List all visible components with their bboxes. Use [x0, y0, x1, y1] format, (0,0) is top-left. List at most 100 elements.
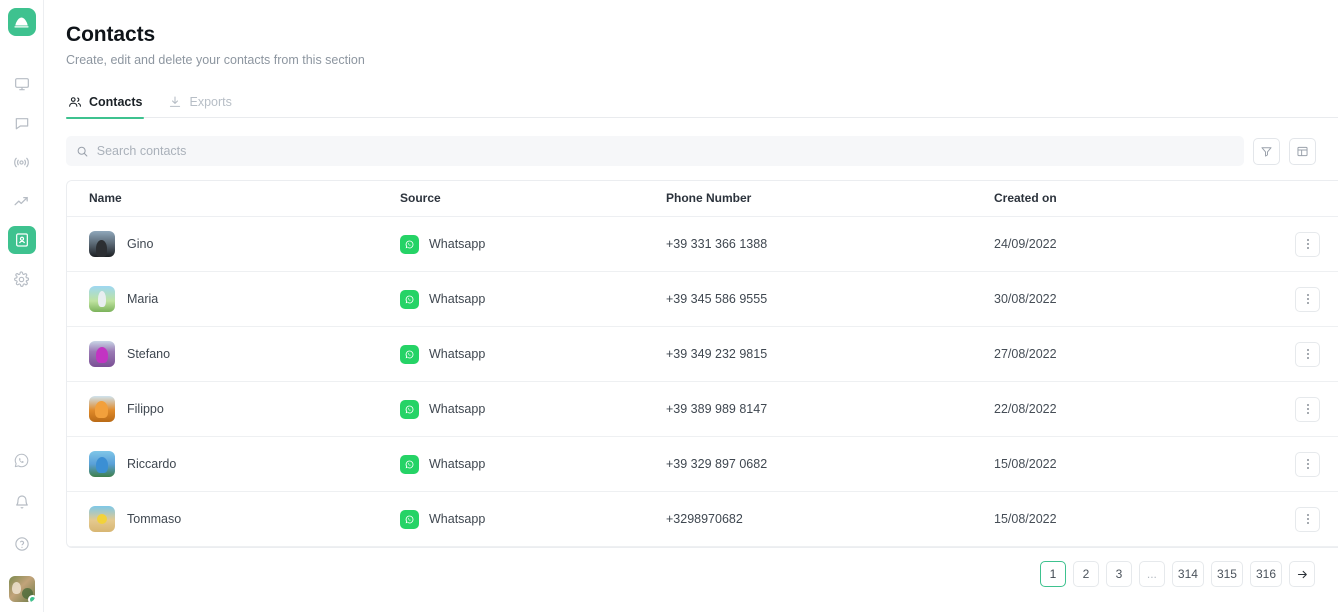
- search-box[interactable]: [66, 136, 1244, 166]
- filter-button[interactable]: [1253, 137, 1280, 165]
- cell-name: Maria: [67, 271, 400, 327]
- table-header-row: Name Source Phone Number Created on: [67, 181, 1338, 217]
- source-label: Whatsapp: [429, 512, 486, 526]
- app-logo[interactable]: [7, 8, 36, 36]
- source-label: Whatsapp: [429, 292, 486, 306]
- tab-exports[interactable]: Exports: [166, 95, 233, 118]
- search-input[interactable]: [96, 144, 1234, 158]
- contact-name: Tommaso: [127, 512, 182, 526]
- table-row[interactable]: Maria Whatsapp +39 345 586 9555 30/08/2022: [67, 271, 1338, 327]
- broadcast-icon: [14, 157, 29, 167]
- created-on: 27/08/2022: [994, 347, 1057, 361]
- column-header-created-on[interactable]: Created on: [994, 181, 1289, 217]
- table-row[interactable]: Riccardo Whatsapp +39 329 897 0682 15/08/20…: [67, 436, 1338, 492]
- pagination: 1 2 3... 314 315 316: [66, 548, 1338, 600]
- source-label: Whatsapp: [429, 402, 486, 416]
- pagination-page-1[interactable]: 1: [1039, 561, 1066, 587]
- table-body: Gino Whatsapp +39 331 366 1388 24/09/2022 Ma…: [67, 216, 1338, 547]
- cell-name: Gino: [67, 216, 400, 272]
- whatsapp-badge: [400, 509, 419, 529]
- whatsapp-icon: [405, 515, 414, 523]
- chat-bubble-icon: [15, 118, 28, 130]
- tab-contacts-label: Contacts: [89, 95, 143, 109]
- sidebar-item-chat[interactable]: [8, 109, 36, 137]
- bell-notification-icon: [15, 495, 28, 509]
- sidebar-item-notifications[interactable]: [8, 488, 36, 516]
- contact-avatar: [89, 341, 115, 367]
- row-menu-button[interactable]: [1295, 451, 1320, 477]
- source-label: Whatsapp: [429, 237, 486, 251]
- cell-source: Whatsapp: [400, 436, 666, 492]
- pagination-page-315[interactable]: 315: [1210, 561, 1243, 587]
- sidebar-item-dashboard[interactable]: [8, 70, 36, 98]
- pagination-ellipsis: ...: [1138, 561, 1165, 587]
- whatsapp-icon: [405, 405, 414, 413]
- contact-avatar: [89, 231, 115, 257]
- tab-bar: Contacts Exports: [66, 94, 1338, 119]
- cell-actions: [1289, 381, 1338, 437]
- pagination-next-button[interactable]: [1289, 561, 1315, 587]
- sidebar: [0, 0, 44, 612]
- monitor-dashboard-icon: [14, 78, 29, 91]
- row-menu-button[interactable]: [1295, 341, 1320, 367]
- whatsapp-badge: [400, 399, 419, 419]
- row-menu-button[interactable]: [1295, 396, 1320, 422]
- whatsapp-icon: [405, 350, 414, 358]
- column-header-actions: [1289, 181, 1338, 217]
- cell-created: 22/08/2022: [994, 381, 1289, 437]
- contact-name: Riccardo: [127, 457, 177, 471]
- cell-actions: [1289, 491, 1338, 547]
- sidebar-item-contacts[interactable]: [7, 226, 36, 254]
- contacts-table: Name Source Phone Number Created on Gino…: [67, 181, 1338, 547]
- tab-contacts[interactable]: Contacts: [66, 95, 145, 119]
- created-on: 30/08/2022: [994, 292, 1057, 306]
- row-menu-button[interactable]: [1295, 506, 1320, 532]
- search-icon: [77, 146, 88, 156]
- cell-actions: [1289, 271, 1338, 327]
- table-row[interactable]: Stefano Whatsapp +39 349 232 9815 27/08/202…: [67, 326, 1338, 382]
- cell-created: 30/08/2022: [994, 271, 1289, 327]
- phone-number: +39 331 366 1388: [666, 237, 768, 251]
- pagination-page-314[interactable]: 314: [1171, 561, 1204, 587]
- cell-actions: [1289, 436, 1338, 492]
- column-header-source[interactable]: Source: [400, 181, 666, 217]
- columns-button[interactable]: [1289, 137, 1316, 165]
- phone-number: +3298970682: [666, 512, 743, 526]
- cell-phone: +39 389 989 8147: [666, 381, 994, 437]
- row-menu-button[interactable]: [1295, 231, 1320, 257]
- whatsapp-icon: [14, 453, 29, 467]
- pagination-page-3[interactable]: 3: [1105, 561, 1132, 587]
- row-menu-button[interactable]: [1295, 286, 1320, 312]
- sidebar-item-settings[interactable]: [8, 265, 36, 293]
- main-inner: Contacts Create, edit and delete your co…: [44, 22, 1338, 600]
- sidebar-item-whatsapp[interactable]: [8, 446, 36, 474]
- help-circle-icon: [14, 537, 29, 551]
- table-row[interactable]: Gino Whatsapp +39 331 366 1388 24/09/2022: [67, 216, 1338, 272]
- sidebar-item-analytics[interactable]: [8, 187, 36, 215]
- cell-source: Whatsapp: [400, 491, 666, 547]
- contacts-book-icon: [15, 233, 28, 247]
- pagination-page-2[interactable]: 2: [1072, 561, 1099, 587]
- search-toolbar: [66, 136, 1338, 166]
- whatsapp-badge: [400, 289, 419, 309]
- user-avatar[interactable]: [8, 576, 35, 602]
- table-row[interactable]: Tommaso Whatsapp +3298970682 15/08/2022: [67, 491, 1338, 547]
- cell-name: Riccardo: [67, 436, 400, 492]
- whatsapp-badge: [400, 344, 419, 364]
- cell-phone: +39 329 897 0682: [666, 436, 994, 492]
- status-online-dot: [27, 595, 35, 602]
- sidebar-item-broadcast[interactable]: [8, 148, 36, 176]
- pagination-page-316[interactable]: 316: [1249, 561, 1282, 587]
- table-row[interactable]: Filippo Whatsapp +39 389 989 8147 22/08/202…: [67, 381, 1338, 437]
- column-header-name[interactable]: Name: [67, 181, 400, 217]
- more-vertical-icon: [1306, 349, 1309, 351]
- cell-phone: +39 331 366 1388: [666, 216, 994, 272]
- created-on: 15/08/2022: [994, 457, 1057, 471]
- contacts-table-card: Name Source Phone Number Created on Gino…: [66, 180, 1338, 548]
- sidebar-item-help[interactable]: [8, 530, 36, 558]
- more-vertical-icon: [1306, 239, 1309, 241]
- more-vertical-icon: [1306, 294, 1309, 296]
- page-title: Contacts: [66, 23, 156, 46]
- created-on: 22/08/2022: [994, 402, 1057, 416]
- column-header-phone[interactable]: Phone Number: [666, 181, 994, 217]
